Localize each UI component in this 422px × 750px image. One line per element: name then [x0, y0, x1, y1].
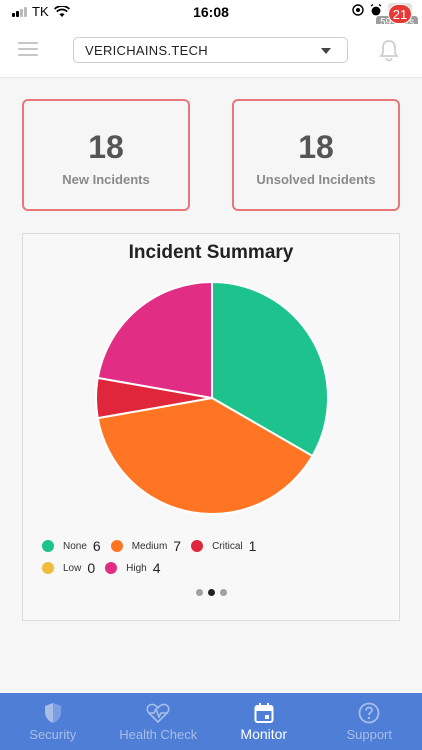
heartbeat-icon — [146, 703, 170, 724]
chart-legend: None 6 Medium 7 Critical 1 Low 0 High 4 — [42, 535, 382, 579]
tab-label: Monitor — [240, 726, 288, 742]
legend-item-low[interactable]: Low 0 — [42, 560, 99, 576]
location-icon — [352, 4, 364, 16]
chevron-down-icon — [321, 48, 331, 54]
legend-value: 6 — [92, 538, 101, 554]
legend-dot-medium — [110, 540, 123, 552]
unsolved-incidents-count: 18 — [298, 129, 334, 165]
legend-dot-critical — [191, 540, 204, 552]
legend-label: None — [63, 540, 87, 552]
legend-value: 0 — [87, 560, 96, 576]
status-bar: TK 16:08 43 59.3K/s — [0, 0, 422, 29]
legend-item-medium[interactable]: Medium 7 — [110, 538, 185, 554]
new-incidents-card[interactable]: 18 New Incidents — [22, 99, 190, 211]
legend-label: High — [126, 562, 147, 574]
incident-pie-chart[interactable] — [95, 281, 329, 515]
menu-icon-bar — [18, 42, 38, 44]
chart-title: Incident Summary — [128, 242, 294, 263]
legend-value: 4 — [152, 560, 161, 576]
legend-value: 7 — [173, 538, 182, 554]
legend-row: None 6 Medium 7 Critical 1 — [42, 535, 382, 557]
tab-label: Health Check — [119, 727, 198, 742]
legend-label: Critical — [212, 540, 243, 552]
tab-support[interactable]: Support — [317, 693, 422, 750]
alarm-icon — [370, 4, 382, 16]
notification-badge: 21 — [388, 4, 412, 24]
domain-select-value: VERICHAINS.TECH — [85, 43, 208, 58]
pie-slice-high[interactable] — [96, 281, 213, 400]
legend-item-none[interactable]: None 6 — [42, 538, 105, 554]
incident-summary-card: Incident Summary None 6 Medium 7 Critica… — [22, 233, 400, 621]
tab-label: Security — [29, 727, 77, 742]
tab-monitor[interactable]: Monitor — [211, 693, 317, 750]
menu-button[interactable] — [18, 42, 38, 56]
pager-dot[interactable] — [195, 589, 203, 596]
menu-icon-bar — [18, 48, 38, 50]
bottom-tab-bar: Security Health Check Monitor Support — [0, 693, 422, 750]
new-incidents-count: 18 — [88, 129, 124, 165]
tab-security[interactable]: Security — [0, 693, 106, 750]
chart-pager — [23, 589, 399, 596]
domain-select[interactable]: VERICHAINS.TECH — [73, 37, 348, 63]
legend-item-critical[interactable]: Critical 1 — [191, 538, 260, 554]
calendar-icon — [254, 703, 274, 723]
legend-dot-low — [42, 562, 54, 574]
pager-dot-active[interactable] — [207, 589, 215, 596]
legend-item-high[interactable]: High 4 — [105, 560, 164, 576]
legend-label: Low — [63, 562, 82, 574]
new-incidents-label: New Incidents — [62, 172, 150, 187]
shield-icon — [44, 703, 61, 723]
pager-dot[interactable] — [219, 589, 227, 596]
unsolved-incidents-label: Unsolved Incidents — [256, 172, 376, 187]
legend-label: Medium — [131, 540, 168, 552]
tab-label: Support — [346, 727, 393, 742]
bell-icon[interactable] — [378, 38, 400, 62]
legend-dot-none — [42, 540, 54, 552]
tab-health-check[interactable]: Health Check — [106, 693, 212, 750]
unsolved-incidents-card[interactable]: 18 Unsolved Incidents — [232, 99, 400, 211]
legend-dot-high — [105, 562, 118, 574]
legend-value: 1 — [248, 538, 257, 554]
menu-icon-bar — [18, 54, 38, 56]
legend-row: Low 0 High 4 — [42, 557, 382, 579]
app-header: VERICHAINS.TECH — [0, 24, 422, 78]
help-icon — [358, 702, 380, 724]
